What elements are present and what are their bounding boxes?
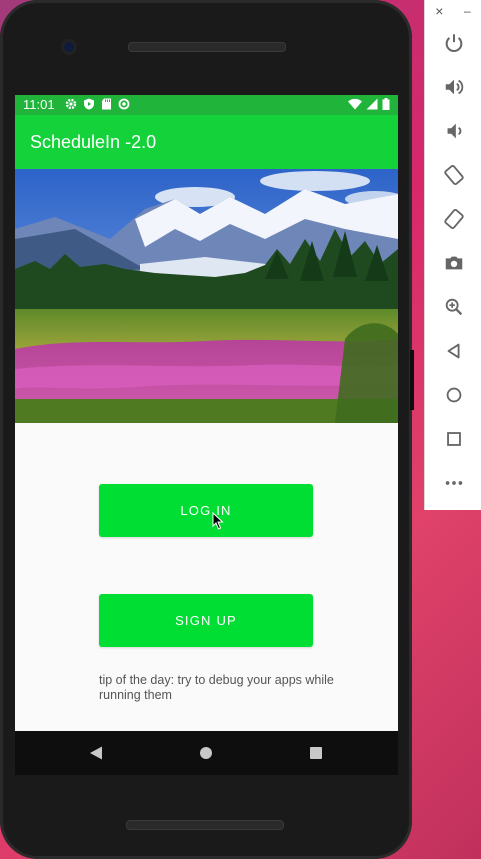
signal-icon — [366, 98, 378, 110]
nav-back-button[interactable] — [87, 744, 105, 762]
emulator-home-button[interactable] — [425, 379, 481, 411]
rotate-right-icon — [443, 208, 464, 230]
mouse-cursor-icon — [212, 512, 224, 530]
emulator-toolbar: × – — [424, 0, 481, 510]
volume-down-icon — [447, 123, 461, 139]
volume-up-button[interactable] — [425, 71, 481, 103]
volume-down-button[interactable] — [425, 115, 481, 147]
nav-home-button[interactable] — [197, 744, 215, 762]
zoom-icon — [445, 298, 462, 316]
nav-overview-button[interactable] — [307, 744, 325, 762]
rotate-right-button[interactable] — [425, 203, 481, 235]
screenshot-button[interactable] — [425, 247, 481, 279]
status-time: 11:01 — [23, 97, 55, 112]
data-saver-icon — [118, 98, 130, 110]
home-icon — [446, 387, 461, 403]
emulator-close-button[interactable]: × — [435, 3, 443, 19]
emulator-back-button[interactable] — [425, 335, 481, 367]
zoom-button[interactable] — [425, 291, 481, 323]
volume-up-icon — [445, 79, 463, 95]
app-bar: ScheduleIn -2.0 — [15, 115, 398, 169]
tip-of-the-day: tip of the day: try to debug your apps w… — [99, 673, 334, 702]
emulator-overview-button[interactable] — [425, 423, 481, 455]
login-button[interactable]: LOG IN — [99, 484, 313, 537]
signup-button[interactable]: SIGN UP — [99, 594, 313, 647]
hero-landscape-image — [15, 169, 398, 423]
power-icon — [445, 34, 462, 52]
app-title: ScheduleIn -2.0 — [30, 132, 157, 152]
side-key — [410, 350, 414, 410]
shield-icon — [84, 98, 94, 110]
home-circle-icon — [200, 747, 212, 759]
power-button[interactable] — [425, 27, 481, 59]
rotate-left-button[interactable] — [425, 159, 481, 191]
overview-icon — [446, 432, 461, 446]
emulator-minimize-button[interactable]: – — [464, 4, 471, 18]
status-bar: 11:01 — [15, 95, 398, 115]
battery-icon — [382, 98, 390, 110]
bottom-speaker — [126, 820, 284, 830]
overview-square-icon — [310, 747, 322, 759]
device-screen: 11:01 ScheduleIn -2.0 LOG IN SIGN UP tip… — [15, 95, 398, 731]
rotate-left-icon — [443, 164, 464, 186]
more-icon — [445, 481, 462, 485]
camera-icon — [445, 256, 462, 270]
navigation-bar — [15, 731, 398, 775]
back-icon — [447, 343, 459, 359]
front-camera — [64, 42, 74, 52]
settings-icon — [65, 98, 77, 110]
earpiece-speaker — [128, 42, 286, 52]
phone-frame: 11:01 ScheduleIn -2.0 LOG IN SIGN UP tip… — [0, 0, 414, 859]
back-triangle-icon — [90, 746, 102, 760]
sd-card-icon — [102, 98, 111, 110]
wifi-icon — [348, 98, 362, 110]
emulator-more-button[interactable] — [425, 467, 481, 499]
